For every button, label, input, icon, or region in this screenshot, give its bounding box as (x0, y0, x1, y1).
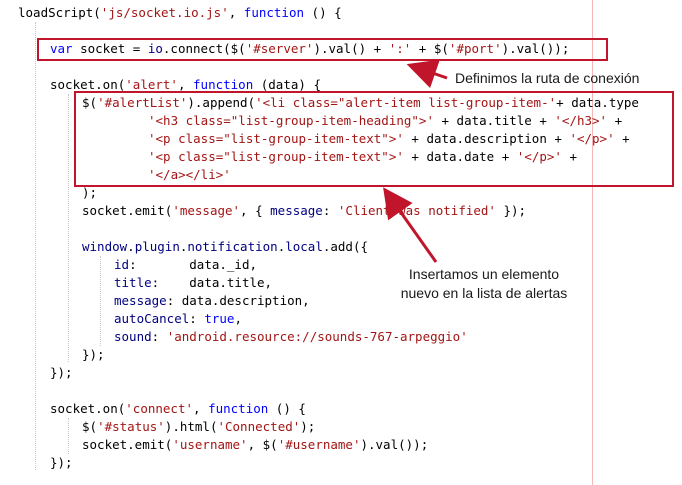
code-token: () { (268, 401, 306, 416)
code-token: }); (82, 347, 105, 362)
code-token: socket.emit( (82, 203, 173, 218)
code-token: : (151, 329, 167, 344)
code-token: 'username' (172, 437, 248, 452)
code-token: ); (300, 419, 316, 434)
code-token: : data.description, (166, 293, 310, 308)
code-editor[interactable]: loadScript('js/socket.io.js', function (… (0, 0, 682, 485)
code-token: .add({ (322, 239, 369, 254)
code-token: 'message' (172, 203, 241, 218)
code-token: : (189, 311, 205, 326)
code-line: }); (50, 454, 73, 472)
code-token: : data.title, (151, 275, 273, 290)
code-token: socket.on( (50, 401, 126, 416)
code-line: id: data._id, (114, 256, 257, 274)
code-token: socket.on( (50, 77, 126, 92)
code-token: true (204, 311, 235, 326)
code-token: plugin (134, 239, 180, 254)
code-token: , (234, 311, 242, 326)
indent-guide (68, 418, 69, 454)
code-token: () { (304, 5, 342, 20)
code-token: , $( (247, 437, 278, 452)
code-token: ); (82, 185, 98, 200)
code-token: notification (187, 239, 278, 254)
code-token: }); (50, 455, 73, 470)
code-token: message (114, 293, 167, 308)
indent-guide (35, 22, 36, 470)
insert-annotation: Insertamos un elemento nuevo en la lista… (388, 265, 580, 303)
append-highlight-box (74, 91, 674, 187)
code-token: $( (82, 419, 98, 434)
code-token: , (228, 5, 244, 20)
connection-arrow (406, 59, 448, 89)
code-token: (data) { (253, 77, 321, 92)
code-token: , (193, 401, 209, 416)
code-line: autoCancel: true, (114, 310, 242, 328)
insert-annotation-line1: Insertamos un elemento (408, 266, 560, 282)
code-token: 'Client was notified' (337, 203, 496, 218)
code-line: $('#status').html('Connected'); (82, 418, 315, 436)
code-token: 'Connected' (217, 419, 301, 434)
code-token: 'android.resource://sounds-767-arpeggio' (166, 329, 468, 344)
code-token: . (127, 239, 135, 254)
code-token: , (177, 77, 194, 92)
code-token: }); (50, 365, 73, 380)
code-token: , { (240, 203, 271, 218)
code-token: ).html( (164, 419, 218, 434)
code-line: title: data.title, (114, 274, 272, 292)
code-token: 'js/socket.io.js' (100, 5, 229, 20)
code-token: sound (114, 329, 152, 344)
code-token: local (285, 239, 323, 254)
code-token: 'alert' (125, 77, 178, 92)
code-token: title (114, 275, 152, 290)
connection-annotation: Definimos la ruta de conexión (455, 70, 640, 86)
connection-highlight-box (37, 38, 608, 61)
code-line: window.plugin.notification.local.add({ (82, 238, 368, 256)
indent-guide (68, 94, 69, 362)
indent-guide (100, 256, 101, 346)
code-token: function (243, 5, 305, 20)
insert-annotation-line2: nuevo en la lista de alertas (400, 285, 568, 301)
code-token: window (82, 239, 128, 254)
code-line: sound: 'android.resource://sounds-767-ar… (114, 328, 468, 346)
code-token: socket.emit( (82, 437, 173, 452)
code-line: message: data.description, (114, 292, 310, 310)
code-token: function (208, 401, 269, 416)
code-token: '#status' (97, 419, 165, 434)
code-token: }); (495, 203, 527, 218)
code-token: : data._id, (129, 257, 257, 272)
code-token: loadScript( (18, 5, 101, 20)
code-line: loadScript('js/socket.io.js', function (… (18, 4, 342, 22)
code-line: socket.emit('username', $('#username').v… (82, 436, 428, 454)
code-token: message (270, 203, 323, 218)
code-line: socket.emit('message', { message: 'Clien… (82, 202, 526, 220)
code-token: autoCancel (114, 311, 190, 326)
code-token: function (193, 77, 254, 92)
code-token: '#username' (277, 437, 361, 452)
code-token: ).val()); (360, 437, 429, 452)
code-token: : (322, 203, 338, 218)
code-line: socket.on('connect', function () { (50, 400, 306, 418)
code-line: }); (50, 364, 73, 382)
code-token: 'connect' (125, 401, 193, 416)
code-token: id (114, 257, 130, 272)
code-line: }); (82, 346, 105, 364)
